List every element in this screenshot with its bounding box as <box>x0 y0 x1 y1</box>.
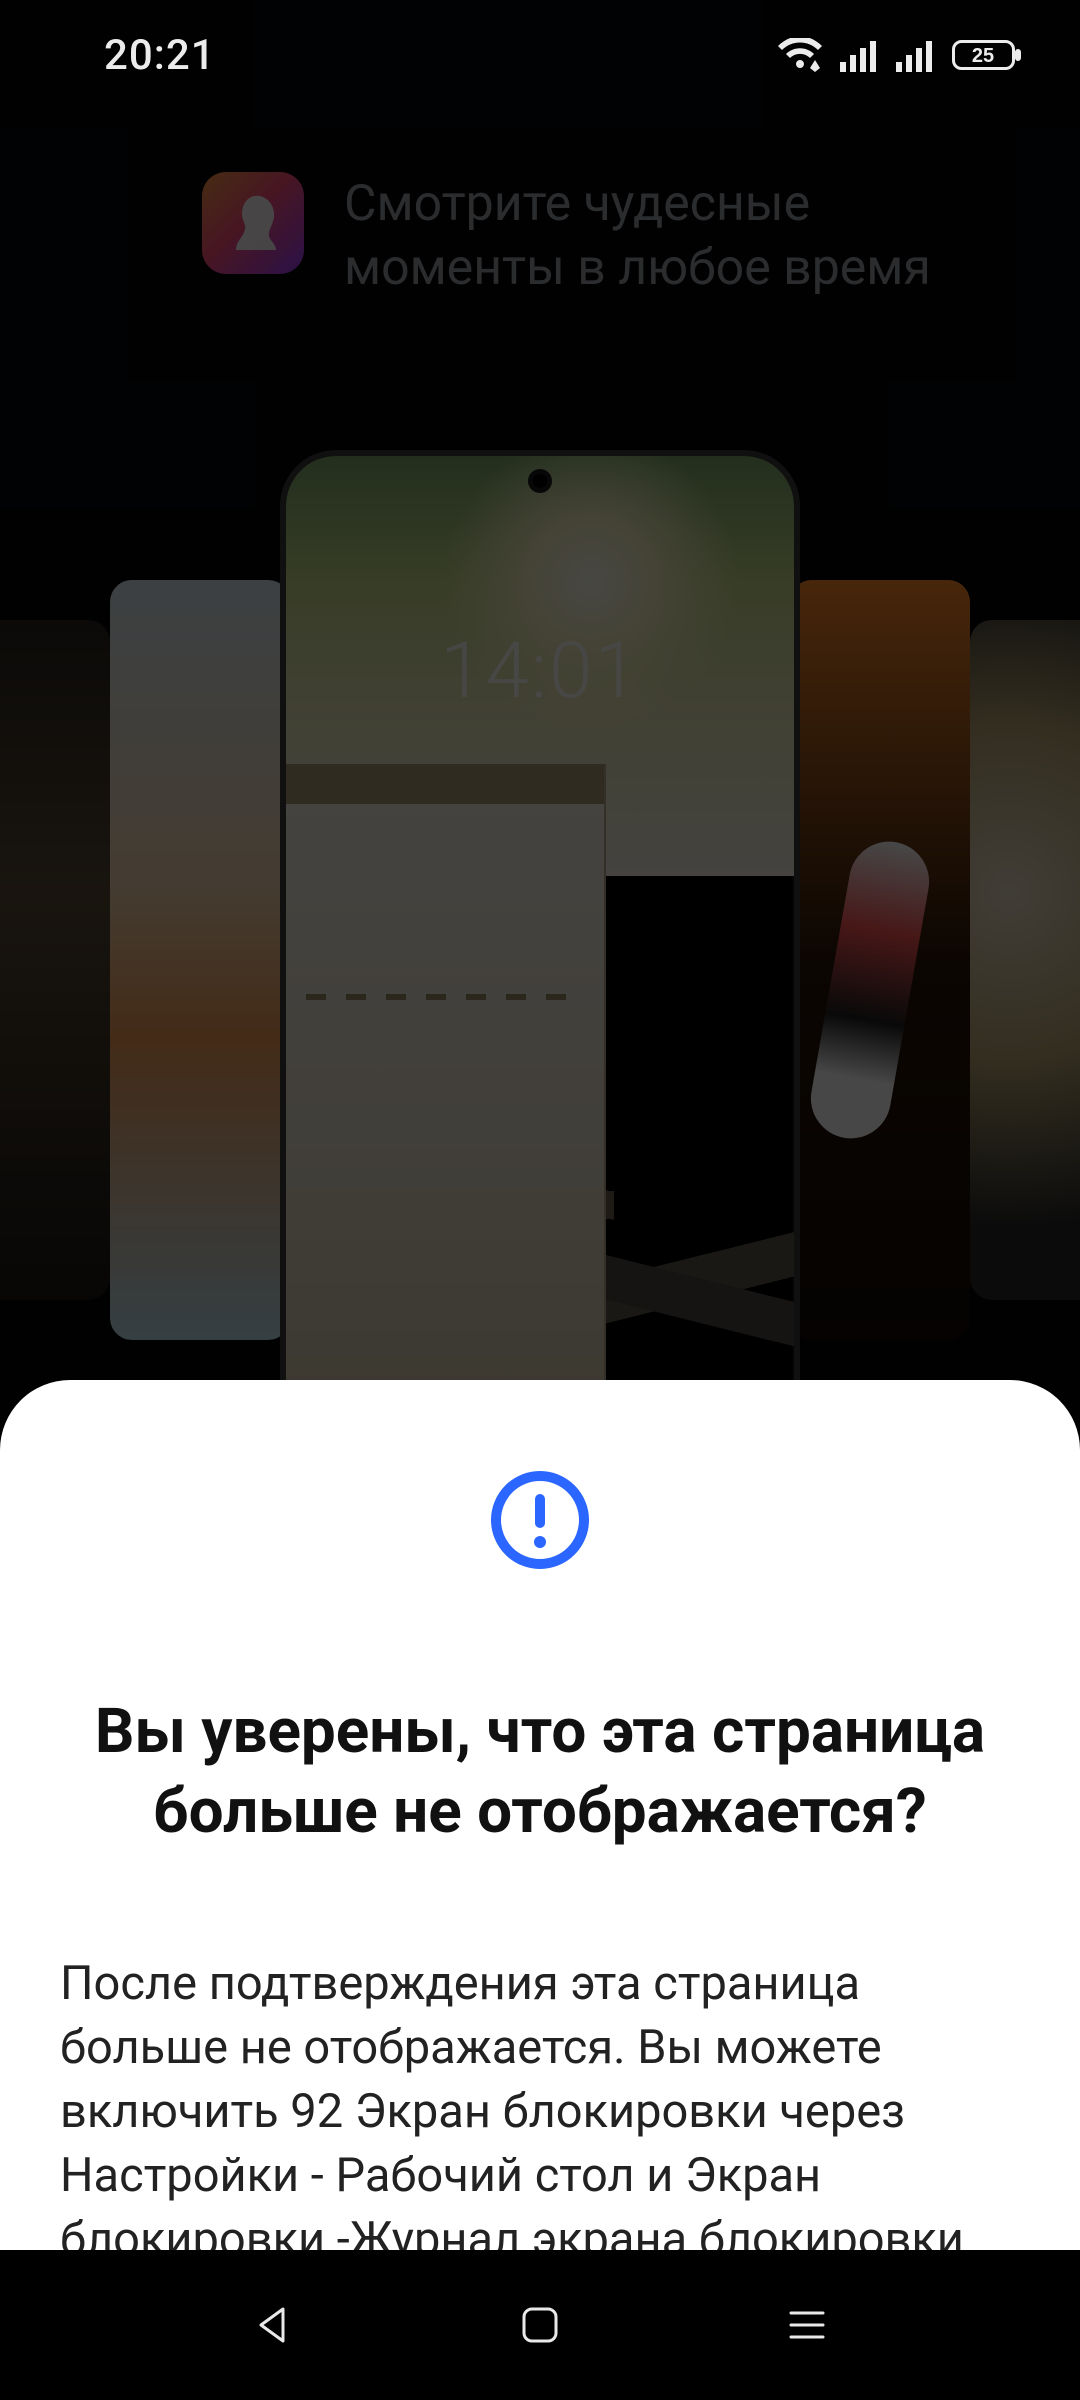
alert-icon <box>486 1466 594 1574</box>
triangle-back-icon <box>251 2303 295 2347</box>
battery-icon: 25 <box>952 38 1024 72</box>
signal-icon <box>896 38 934 72</box>
square-home-icon <box>520 2305 560 2345</box>
promo-header: Смотрите чудесные моменты в любое время <box>0 172 1080 300</box>
back-button[interactable] <box>238 2290 308 2360</box>
home-button[interactable] <box>505 2290 575 2360</box>
wallpaper-preview-image <box>286 456 794 1524</box>
wallpaper-thumb[interactable] <box>110 580 290 1340</box>
navigation-bar <box>0 2250 1080 2400</box>
phone-preview[interactable]: 14:01 <box>280 450 800 1530</box>
preview-clock: 14:01 <box>286 626 794 717</box>
menu-recents-icon <box>787 2307 827 2343</box>
profile-silhouette-icon <box>218 188 288 258</box>
dialog-title: Вы уверены, что эта страница больше не о… <box>64 1692 1016 1852</box>
status-bar: 20:21 <box>0 0 1080 110</box>
wifi-icon <box>778 38 822 72</box>
promo-text: Смотрите чудесные моменты в любое время <box>344 172 1010 300</box>
status-icons: 25 <box>778 38 1024 72</box>
wallpaper-thumb[interactable] <box>970 620 1080 1300</box>
phone-notch <box>533 474 547 488</box>
screen-root: Смотрите чудесные моменты в любое время … <box>0 0 1080 2400</box>
dialog-body: После подтверждения эта страница больше … <box>60 1952 1020 2272</box>
battery-percent-text: 25 <box>972 45 994 67</box>
wallpaper-thumb[interactable] <box>0 620 110 1300</box>
status-time: 20:21 <box>104 31 216 80</box>
wallpaper-thumb[interactable] <box>790 580 970 1340</box>
confirmation-dialog[interactable]: Вы уверены, что эта страница больше не о… <box>0 1380 1080 2250</box>
recents-button[interactable] <box>772 2290 842 2360</box>
signal-icon <box>840 38 878 72</box>
app-icon <box>202 172 304 274</box>
